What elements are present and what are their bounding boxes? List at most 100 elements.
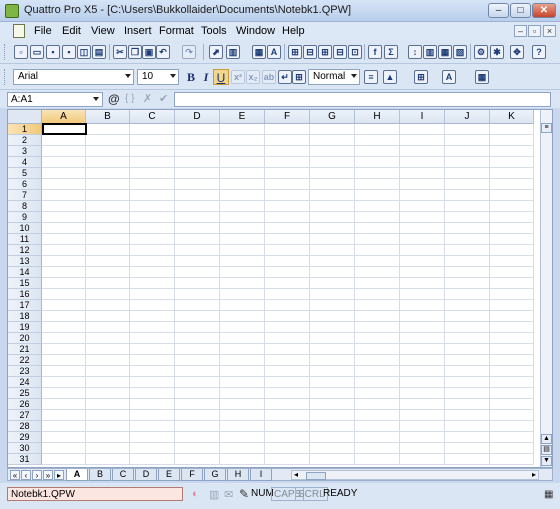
bar-chart-icon[interactable]: ▥: [423, 45, 437, 59]
scroll-up-icon[interactable]: ▲: [541, 434, 552, 444]
row-header-2[interactable]: 2: [8, 135, 42, 146]
menu-help[interactable]: Help: [282, 25, 305, 37]
row-header-17[interactable]: 17: [8, 300, 42, 311]
column-header-b[interactable]: B: [86, 110, 130, 124]
close-button[interactable]: ✕: [532, 3, 556, 18]
row-header-20[interactable]: 20: [8, 333, 42, 344]
save-all-icon[interactable]: ▪: [62, 45, 76, 59]
row-header-6[interactable]: 6: [8, 179, 42, 190]
insert-rows-icon[interactable]: ⊞: [288, 45, 302, 59]
row-header-23[interactable]: 23: [8, 366, 42, 377]
first-sheet-button[interactable]: «: [10, 470, 20, 480]
print-icon[interactable]: ▤: [92, 45, 106, 59]
row-header-1[interactable]: 1: [8, 124, 42, 135]
doc-restore-button[interactable]: ▫: [528, 25, 541, 37]
row-header-26[interactable]: 26: [8, 399, 42, 410]
row-header-24[interactable]: 24: [8, 377, 42, 388]
speed-format-icon[interactable]: ▦: [475, 70, 489, 84]
row-header-22[interactable]: 22: [8, 355, 42, 366]
column-header-c[interactable]: C: [130, 110, 175, 124]
last-sheet-button[interactable]: »: [43, 470, 53, 480]
row-header-29[interactable]: 29: [8, 432, 42, 443]
print-preview-icon[interactable]: ◫: [77, 45, 91, 59]
menu-view[interactable]: View: [91, 25, 115, 37]
row-header-13[interactable]: 13: [8, 256, 42, 267]
row-header-4[interactable]: 4: [8, 157, 42, 168]
cut-icon[interactable]: ✂: [113, 45, 127, 59]
cancel-entry-button[interactable]: ✗: [143, 92, 152, 105]
subscript-icon[interactable]: x₂: [246, 70, 260, 84]
align-icon[interactable]: ≡: [364, 70, 378, 84]
sheet-tab-h[interactable]: H: [227, 469, 249, 481]
italic-button[interactable]: I: [198, 69, 214, 85]
split-pane-icon[interactable]: ▤: [541, 445, 552, 455]
row-header-27[interactable]: 27: [8, 410, 42, 421]
row-header-15[interactable]: 15: [8, 278, 42, 289]
row-header-21[interactable]: 21: [8, 344, 42, 355]
autosum-icon[interactable]: Σ: [384, 45, 398, 59]
sheet-tab-a[interactable]: A: [66, 469, 88, 481]
bold-button[interactable]: B: [183, 69, 199, 85]
menu-file[interactable]: File: [34, 25, 52, 37]
open-icon[interactable]: ▭: [30, 45, 44, 59]
underline-button[interactable]: U: [213, 69, 229, 85]
row-header-31[interactable]: 31: [8, 454, 42, 465]
column-header-d[interactable]: D: [175, 110, 220, 124]
scroll-right-icon[interactable]: ▸: [532, 471, 536, 479]
move-icon[interactable]: ✥: [510, 45, 524, 59]
quattro-app-icon[interactable]: [5, 4, 19, 18]
sheet-tab-i[interactable]: I: [250, 469, 272, 481]
row-header-9[interactable]: 9: [8, 212, 42, 223]
row-header-28[interactable]: 28: [8, 421, 42, 432]
redo-icon[interactable]: ↷: [182, 45, 196, 59]
formula-input[interactable]: [174, 92, 551, 107]
accept-entry-button[interactable]: ✔: [159, 92, 168, 105]
delete-rows-icon[interactable]: ⊟: [303, 45, 317, 59]
font-size-select[interactable]: 10: [137, 69, 179, 85]
column-header-e[interactable]: E: [220, 110, 265, 124]
objects-icon[interactable]: ⚙: [474, 45, 488, 59]
column-header-f[interactable]: F: [265, 110, 310, 124]
row-header-19[interactable]: 19: [8, 322, 42, 333]
sheet-tab-b[interactable]: B: [89, 469, 111, 481]
minimize-button[interactable]: –: [488, 3, 509, 18]
crosstab-icon[interactable]: ▧: [453, 45, 467, 59]
row-header-7[interactable]: 7: [8, 190, 42, 201]
quickfill-icon[interactable]: ⬈: [209, 45, 223, 59]
row-header-14[interactable]: 14: [8, 267, 42, 278]
spreadsheet-grid[interactable]: ≡ ▲ ▤ ▼ A B C D E F G H I J K 1 2 3 4 5 6 7 8 9 10 11 12 13 14 15…: [7, 109, 553, 468]
document-icon[interactable]: [13, 24, 25, 38]
doc-minimize-button[interactable]: –: [514, 25, 527, 37]
column-header-g[interactable]: G: [310, 110, 355, 124]
map-icon[interactable]: ▦: [438, 45, 452, 59]
function-icon[interactable]: f: [368, 45, 382, 59]
save-icon[interactable]: ▪: [46, 45, 60, 59]
next-sheet-button[interactable]: ›: [32, 470, 42, 480]
select-all-corner[interactable]: [8, 110, 42, 124]
row-header-3[interactable]: 3: [8, 146, 42, 157]
vertical-scrollbar[interactable]: ≡ ▲ ▤ ▼: [540, 110, 552, 467]
row-header-18[interactable]: 18: [8, 311, 42, 322]
insert-image-icon[interactable]: ▦: [252, 45, 266, 59]
new-icon[interactable]: ▫: [14, 45, 28, 59]
column-header-j[interactable]: J: [445, 110, 490, 124]
scroll-down-icon[interactable]: ▼: [541, 456, 552, 466]
braces-button[interactable]: { }: [125, 93, 134, 104]
sheet-tab-e[interactable]: E: [158, 469, 180, 481]
propertybar-grip[interactable]: [4, 69, 8, 85]
sort-icon[interactable]: ↕: [408, 45, 422, 59]
menu-window[interactable]: Window: [236, 25, 275, 37]
doc-close-button[interactable]: ×: [543, 25, 556, 37]
horizontal-scrollbar[interactable]: ◂ ▸: [291, 470, 539, 480]
row-header-5[interactable]: 5: [8, 168, 42, 179]
help-pointer-icon[interactable]: ?: [532, 45, 546, 59]
fit-columns-icon[interactable]: ⊡: [348, 45, 362, 59]
column-header-a[interactable]: A: [42, 110, 86, 124]
row-header-12[interactable]: 12: [8, 245, 42, 256]
sheet-tab-g[interactable]: G: [204, 469, 226, 481]
menu-insert[interactable]: Insert: [124, 25, 152, 37]
row-header-25[interactable]: 25: [8, 388, 42, 399]
toolbar-grip[interactable]: [4, 44, 8, 60]
borders-icon[interactable]: ⊞: [414, 70, 428, 84]
maximize-button[interactable]: □: [510, 3, 531, 18]
